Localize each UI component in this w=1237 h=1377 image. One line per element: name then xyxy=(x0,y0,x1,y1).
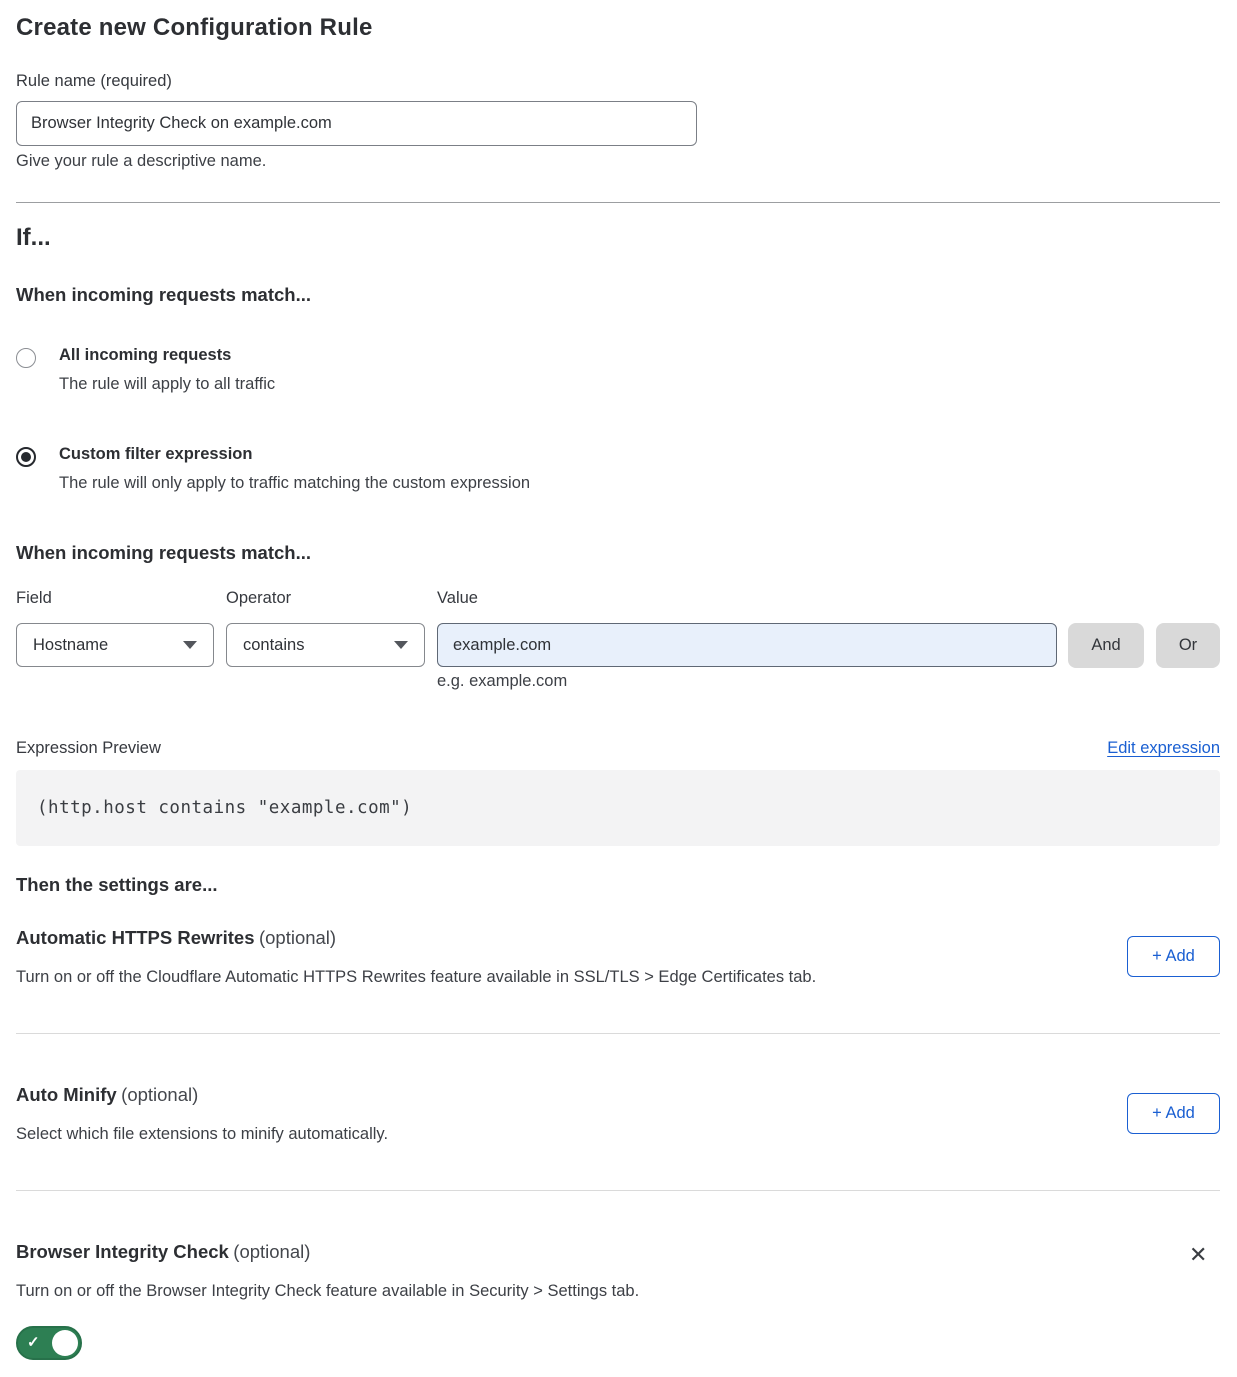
setting-browser-integrity-check-desc: Turn on or off the Browser Integrity Che… xyxy=(16,1282,639,1301)
field-select[interactable]: Hostname xyxy=(16,623,214,667)
radio-all-incoming-label[interactable]: All incoming requests xyxy=(59,346,231,365)
filter-heading: When incoming requests match... xyxy=(16,542,311,564)
section-divider xyxy=(16,202,1220,203)
value-column-label: Value xyxy=(437,589,478,608)
radio-custom-filter-expression[interactable] xyxy=(16,447,36,467)
setting-auto-minify-desc: Select which file extensions to minify a… xyxy=(16,1125,388,1144)
rule-name-input[interactable] xyxy=(16,101,697,146)
radio-unselected-icon[interactable] xyxy=(16,348,36,368)
toggle-knob[interactable] xyxy=(52,1330,78,1356)
field-column-label: Field xyxy=(16,589,52,608)
browser-integrity-check-toggle[interactable]: ✓ xyxy=(16,1326,82,1360)
close-icon[interactable]: ✕ xyxy=(1189,1245,1207,1265)
value-input[interactable] xyxy=(437,623,1057,667)
setting-auto-minify-title: Auto Minify (optional) xyxy=(16,1084,198,1106)
radio-all-incoming-requests[interactable] xyxy=(16,348,36,368)
check-icon: ✓ xyxy=(27,1333,40,1351)
setting-divider xyxy=(16,1190,1220,1191)
radio-custom-filter-label[interactable]: Custom filter expression xyxy=(59,445,252,464)
expression-preview-code: (http.host contains "example.com") xyxy=(37,798,412,818)
setting-optional-tag: (optional) xyxy=(233,1241,310,1262)
chevron-down-icon xyxy=(183,641,197,649)
setting-automatic-https-rewrites-title: Automatic HTTPS Rewrites (optional) xyxy=(16,927,336,949)
setting-name: Automatic HTTPS Rewrites xyxy=(16,927,255,948)
if-heading: If... xyxy=(16,224,51,252)
radio-all-incoming-desc: The rule will apply to all traffic xyxy=(59,375,275,394)
add-automatic-https-rewrites-button[interactable]: + Add xyxy=(1127,936,1220,977)
operator-select-value: contains xyxy=(243,636,304,655)
add-auto-minify-button[interactable]: + Add xyxy=(1127,1093,1220,1134)
field-select-value: Hostname xyxy=(33,636,108,655)
then-heading: Then the settings are... xyxy=(16,874,218,896)
radio-dot xyxy=(21,452,31,462)
setting-optional-tag: (optional) xyxy=(259,927,336,948)
setting-browser-integrity-check-title: Browser Integrity Check (optional) xyxy=(16,1241,310,1263)
page-title: Create new Configuration Rule xyxy=(16,14,373,42)
radio-custom-filter-desc: The rule will only apply to traffic matc… xyxy=(59,474,530,493)
operator-select[interactable]: contains xyxy=(226,623,425,667)
operator-column-label: Operator xyxy=(226,589,291,608)
and-button[interactable]: And xyxy=(1068,623,1144,668)
rule-name-help: Give your rule a descriptive name. xyxy=(16,152,266,171)
setting-divider xyxy=(16,1033,1220,1034)
create-configuration-rule-page: Create new Configuration Rule Rule name … xyxy=(0,0,1237,1377)
expression-preview-box: (http.host contains "example.com") xyxy=(16,770,1220,846)
setting-name: Browser Integrity Check xyxy=(16,1241,229,1262)
match-heading: When incoming requests match... xyxy=(16,284,311,306)
value-hint: e.g. example.com xyxy=(437,672,567,691)
or-button[interactable]: Or xyxy=(1156,623,1220,668)
radio-selected-icon[interactable] xyxy=(16,447,36,467)
rule-name-label: Rule name (required) xyxy=(16,72,172,91)
chevron-down-icon xyxy=(394,641,408,649)
edit-expression-link[interactable]: Edit expression xyxy=(1107,739,1220,758)
expression-preview-label: Expression Preview xyxy=(16,739,161,758)
setting-automatic-https-rewrites-desc: Turn on or off the Cloudflare Automatic … xyxy=(16,968,816,987)
setting-name: Auto Minify xyxy=(16,1084,117,1105)
setting-optional-tag: (optional) xyxy=(121,1084,198,1105)
